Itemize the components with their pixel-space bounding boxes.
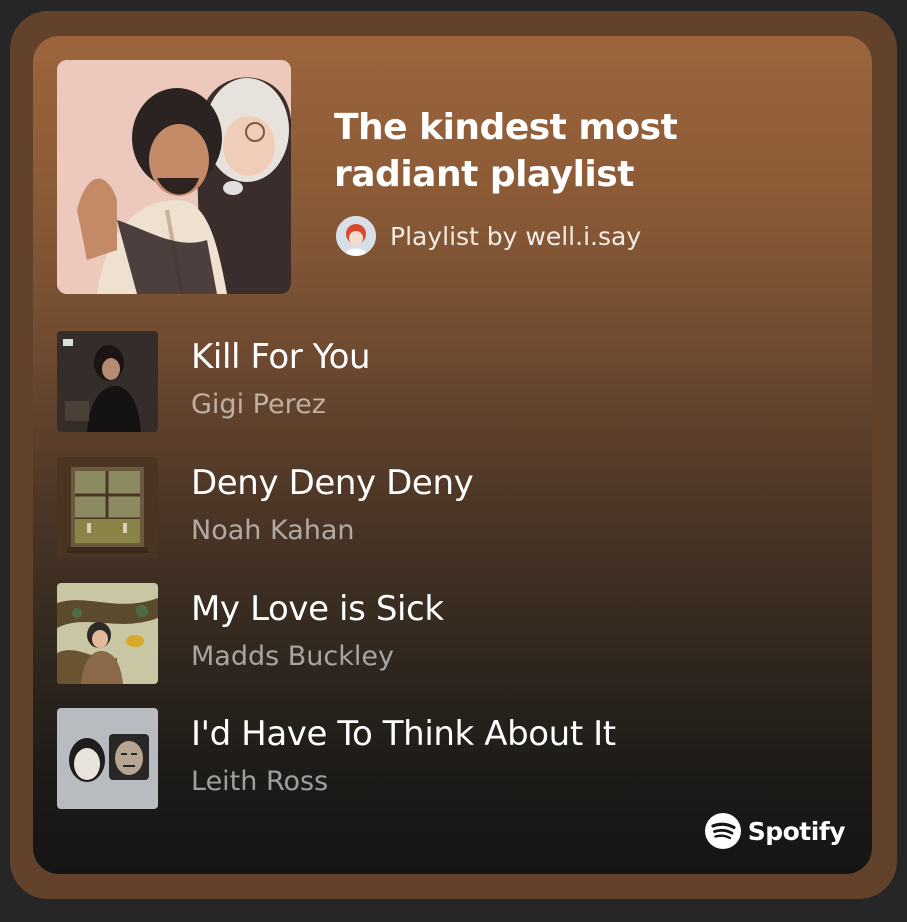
- track-row[interactable]: Kill For You Gigi Perez: [57, 331, 757, 433]
- playlist-title: The kindest most radiant playlist: [334, 107, 678, 195]
- brand-name: Spotify: [747, 816, 846, 846]
- owner-avatar: [336, 216, 376, 256]
- track-row[interactable]: Deny Deny Deny Noah Kahan: [57, 457, 757, 559]
- playlist-card[interactable]: The kindest most radiant playlist Playli…: [33, 36, 872, 874]
- track-artist[interactable]: Noah Kahan: [191, 515, 355, 546]
- track-artist[interactable]: Gigi Perez: [191, 389, 326, 420]
- track-artist[interactable]: Madds Buckley: [191, 641, 394, 672]
- track-title: My Love is Sick: [191, 589, 444, 629]
- spotify-logo-icon: [704, 813, 741, 849]
- track-artist[interactable]: Leith Ross: [191, 766, 328, 797]
- album-art-kill-for-you: [57, 331, 158, 432]
- track-title: I'd Have To Think About It: [191, 714, 616, 754]
- playlist-cover-image[interactable]: [57, 60, 291, 294]
- track-title: Kill For You: [191, 337, 371, 377]
- playlist-byline: Playlist by well.i.say: [390, 221, 642, 251]
- album-art-id-have-to-think: [57, 708, 158, 809]
- track-row[interactable]: My Love is Sick Madds Buckley: [57, 583, 757, 685]
- track-title: Deny Deny Deny: [191, 463, 474, 503]
- playlist-owner[interactable]: Playlist by well.i.say: [336, 215, 641, 257]
- album-art-deny-deny-deny: [57, 457, 158, 558]
- album-art-my-love-is-sick: [57, 583, 158, 684]
- spotify-brand[interactable]: Spotify: [704, 812, 846, 850]
- track-row[interactable]: I'd Have To Think About It Leith Ross: [57, 708, 757, 810]
